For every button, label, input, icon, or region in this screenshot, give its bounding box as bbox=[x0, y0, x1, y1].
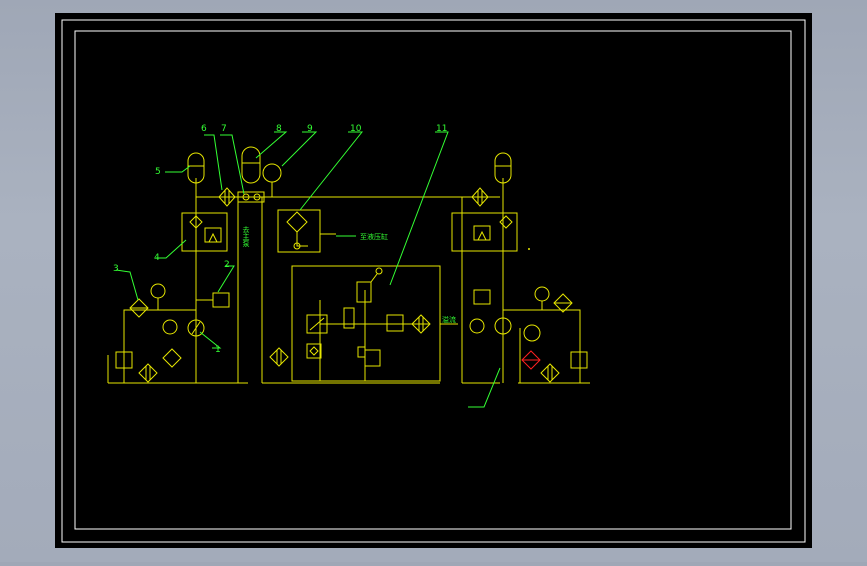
note-to-main-pump: 去主泵 bbox=[242, 225, 250, 247]
note-to-cylinder: 至液压缸 bbox=[360, 232, 388, 241]
balloon-label-9: 9 bbox=[307, 124, 313, 134]
balloon-label-5: 5 bbox=[155, 167, 161, 177]
balloon-label-8: 8 bbox=[276, 124, 282, 134]
balloon-label-3: 3 bbox=[113, 264, 119, 274]
balloon-label-1: 1 bbox=[215, 345, 221, 355]
balloon-label-6: 6 bbox=[201, 124, 207, 134]
paper-background bbox=[55, 13, 812, 548]
balloon-label-11: 11 bbox=[436, 124, 447, 134]
balloon-label-7: 7 bbox=[221, 124, 227, 134]
marker-dot bbox=[528, 248, 530, 250]
balloon-label-10: 10 bbox=[350, 124, 362, 134]
cad-viewport[interactable]: 1 2 3 4 5 6 7 8 9 10 11 去主泵 至液压缸 溢流 bbox=[0, 0, 867, 562]
note-overflow: 溢流 bbox=[442, 315, 456, 324]
balloon-label-2: 2 bbox=[224, 260, 230, 270]
balloon-label-4: 4 bbox=[154, 253, 160, 263]
